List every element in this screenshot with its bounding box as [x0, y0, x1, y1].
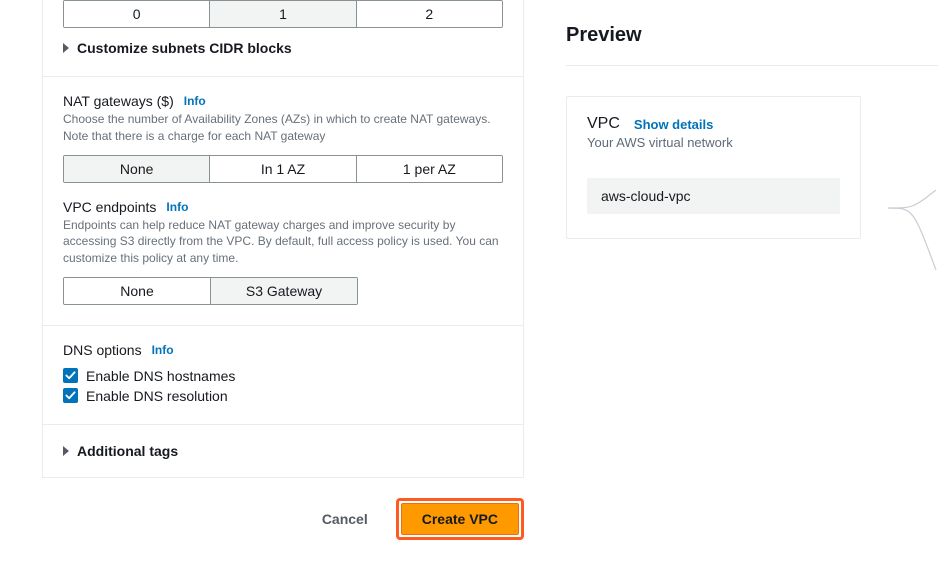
- az-option-1[interactable]: 1: [210, 1, 356, 27]
- endpoint-option-s3[interactable]: S3 Gateway: [211, 278, 357, 304]
- dns-resolution-label: Enable DNS resolution: [86, 388, 228, 404]
- create-vpc-highlight: Create VPC: [396, 498, 524, 540]
- dns-options-title: DNS options: [63, 342, 142, 358]
- checkmark-icon: [65, 370, 76, 381]
- endpoints-selector[interactable]: None S3 Gateway: [63, 277, 358, 305]
- nat-gateways-title: NAT gateways ($): [63, 93, 174, 109]
- cancel-button[interactable]: Cancel: [306, 503, 384, 535]
- preview-subtext: Your AWS virtual network: [587, 135, 840, 150]
- additional-tags-label: Additional tags: [77, 443, 178, 459]
- checkmark-icon: [65, 390, 76, 401]
- dns-hostnames-checkbox[interactable]: [63, 368, 78, 383]
- connector-lines-icon: [888, 190, 938, 270]
- dns-info-link[interactable]: Info: [152, 343, 174, 357]
- caret-right-icon: [63, 43, 69, 53]
- preview-divider: [566, 65, 938, 66]
- az-count-selector[interactable]: 0 1 2: [63, 0, 503, 28]
- az-option-0[interactable]: 0: [64, 1, 210, 27]
- additional-tags-toggle[interactable]: Additional tags: [43, 425, 523, 477]
- preview-vpc-name[interactable]: aws-cloud-vpc: [587, 178, 840, 214]
- nat-option-none[interactable]: None: [64, 156, 210, 182]
- endpoints-help-text: Endpoints can help reduce NAT gateway ch…: [63, 217, 503, 267]
- endpoint-option-none[interactable]: None: [64, 278, 211, 304]
- nat-help-text: Choose the number of Availability Zones …: [63, 111, 503, 145]
- caret-right-icon: [63, 446, 69, 456]
- preview-heading: Preview: [566, 0, 938, 65]
- nat-gateway-selector[interactable]: None In 1 AZ 1 per AZ: [63, 155, 503, 183]
- preview-vpc-label: VPC: [587, 115, 620, 133]
- show-details-link[interactable]: Show details: [634, 117, 713, 132]
- create-vpc-button[interactable]: Create VPC: [401, 503, 519, 535]
- dns-resolution-checkbox[interactable]: [63, 388, 78, 403]
- az-option-2[interactable]: 2: [357, 1, 502, 27]
- customize-subnets-toggle[interactable]: Customize subnets CIDR blocks: [43, 28, 523, 76]
- preview-vpc-card: VPC Show details Your AWS virtual networ…: [566, 96, 861, 239]
- dns-hostnames-label: Enable DNS hostnames: [86, 368, 235, 384]
- nat-option-per-az[interactable]: 1 per AZ: [357, 156, 502, 182]
- nat-option-1az[interactable]: In 1 AZ: [210, 156, 356, 182]
- nat-info-link[interactable]: Info: [184, 94, 206, 108]
- endpoints-info-link[interactable]: Info: [166, 200, 188, 214]
- endpoints-title: VPC endpoints: [63, 199, 156, 215]
- customize-subnets-label: Customize subnets CIDR blocks: [77, 40, 292, 56]
